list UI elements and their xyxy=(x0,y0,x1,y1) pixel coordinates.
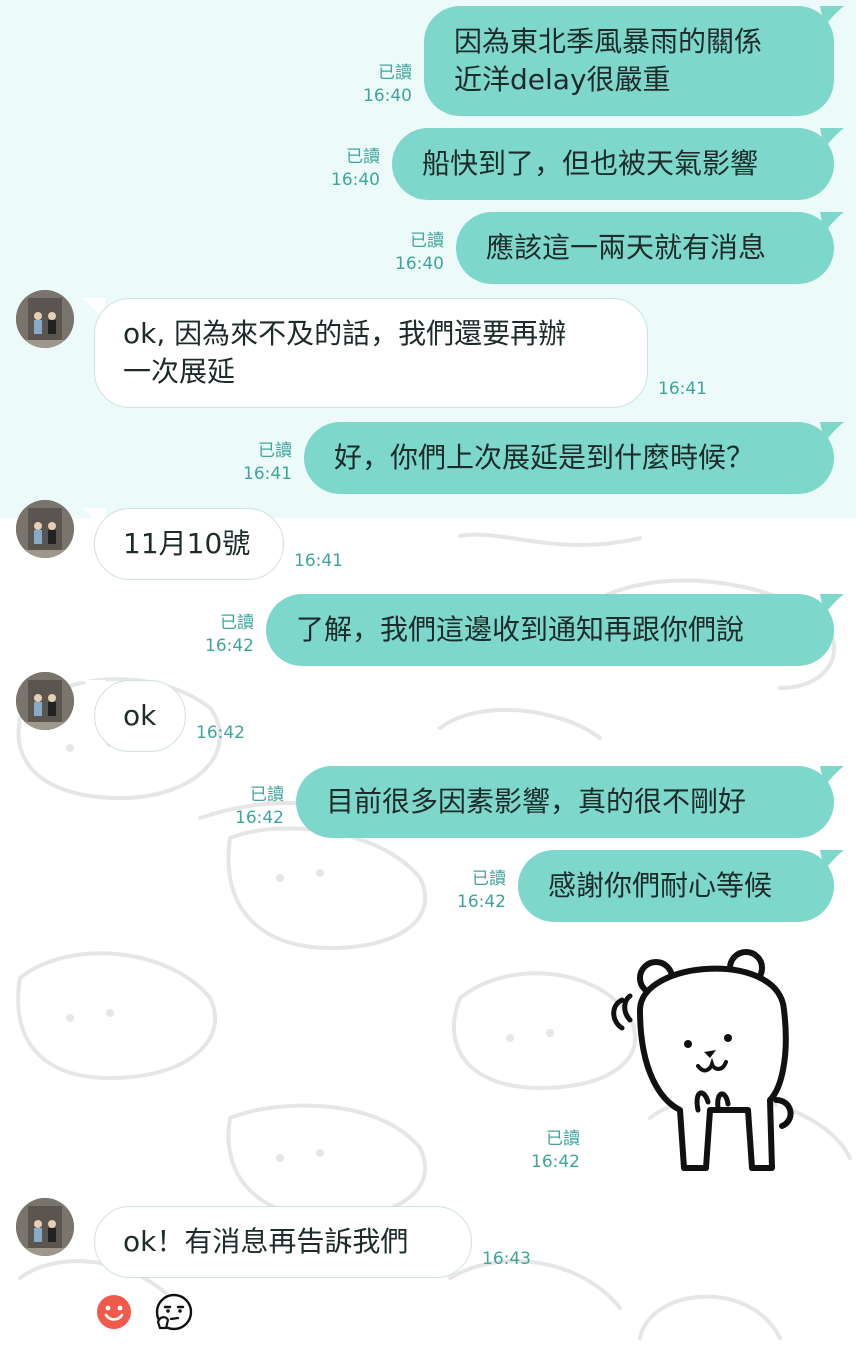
smile-reaction-icon[interactable] xyxy=(96,1294,132,1330)
outgoing-message-bubble[interactable]: 感謝你們耐心等候 xyxy=(518,850,834,922)
incoming-message-bubble[interactable]: ok, 因為來不及的話，我們還要再辦 一次展延 xyxy=(94,298,648,408)
message-time: 16:41 xyxy=(658,379,707,399)
thinking-face-icon[interactable] xyxy=(154,1292,194,1332)
message-text: ok, 因為來不及的話，我們還要再辦 一次展延 xyxy=(123,317,567,388)
message-text: 感謝你們耐心等候 xyxy=(548,869,773,902)
read-status: 已讀 16:40 xyxy=(331,147,380,190)
bubble-tail xyxy=(820,128,844,148)
outgoing-message-bubble[interactable]: 因為東北季風暴雨的關係 近洋delay很嚴重 xyxy=(424,6,834,116)
contact-avatar[interactable] xyxy=(16,672,74,730)
bubble-tail xyxy=(820,850,844,870)
bubble-tail xyxy=(820,766,844,786)
message-text: 好，你們上次展延是到什麼時候？ xyxy=(334,441,755,474)
message-time: 16:41 xyxy=(294,551,343,571)
contact-avatar[interactable] xyxy=(16,1198,74,1256)
message-text: ok！有消息再告訴我們 xyxy=(123,1225,409,1258)
read-status: 已讀 16:40 xyxy=(363,63,412,106)
incoming-message-bubble[interactable]: ok！有消息再告訴我們 xyxy=(94,1206,472,1278)
message-text: 了解，我們這邊收到通知再跟你們說 xyxy=(296,613,745,646)
outgoing-message-bubble[interactable]: 目前很多因素影響，真的很不剛好 xyxy=(296,766,834,838)
message-text: 船快到了，但也被天氣影響 xyxy=(422,147,759,180)
contact-avatar[interactable] xyxy=(16,290,74,348)
outgoing-message-bubble[interactable]: 了解，我們這邊收到通知再跟你們說 xyxy=(266,594,834,666)
avatar-photo-icon xyxy=(16,1198,74,1256)
read-status: 已讀 16:40 xyxy=(395,231,444,274)
read-status: 已讀 16:42 xyxy=(205,613,254,656)
read-status: 已讀 16:42 xyxy=(457,869,506,912)
message-text: ok xyxy=(123,699,157,732)
message-text: 目前很多因素影響，真的很不剛好 xyxy=(326,785,747,818)
bubble-tail xyxy=(820,212,844,232)
message-time: 16:42 xyxy=(196,723,245,743)
outgoing-message-bubble[interactable]: 應該這一兩天就有消息 xyxy=(456,212,834,284)
avatar-photo-icon xyxy=(16,500,74,558)
avatar-photo-icon xyxy=(16,672,74,730)
bubble-tail xyxy=(820,6,844,26)
read-status: 已讀 16:42 xyxy=(531,1129,580,1172)
white-bear-sticker[interactable] xyxy=(600,940,810,1180)
read-status: 已讀 16:42 xyxy=(235,785,284,828)
incoming-message-bubble[interactable]: ok xyxy=(94,680,186,752)
outgoing-message-bubble[interactable]: 船快到了，但也被天氣影響 xyxy=(392,128,834,200)
bubble-tail xyxy=(820,422,844,442)
message-text: 11月10號 xyxy=(123,527,251,560)
read-status: 已讀 16:41 xyxy=(243,441,292,484)
message-time: 16:43 xyxy=(482,1249,531,1269)
message-text: 應該這一兩天就有消息 xyxy=(486,231,767,264)
contact-avatar[interactable] xyxy=(16,500,74,558)
incoming-message-bubble[interactable]: 11月10號 xyxy=(94,508,284,580)
bubble-tail xyxy=(820,594,844,614)
avatar-photo-icon xyxy=(16,290,74,348)
message-text: 因為東北季風暴雨的關係 近洋delay很嚴重 xyxy=(454,25,763,96)
outgoing-message-bubble[interactable]: 好，你們上次展延是到什麼時候？ xyxy=(304,422,834,494)
